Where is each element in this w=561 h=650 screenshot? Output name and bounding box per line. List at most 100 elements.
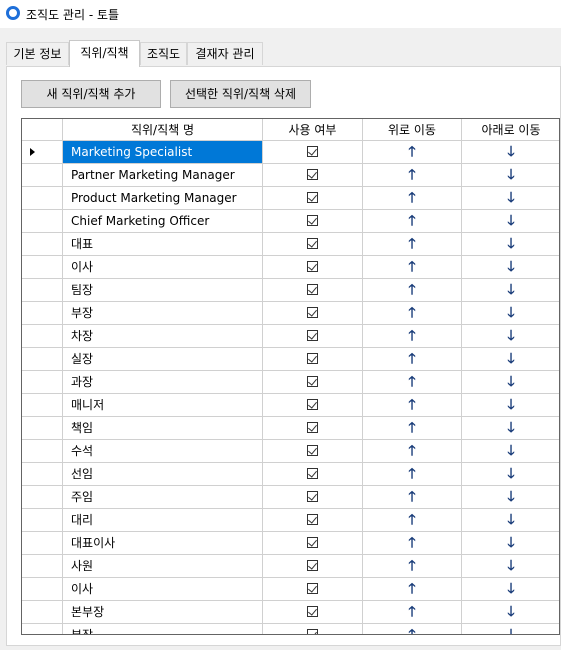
position-name-cell[interactable]: 본부장 [63, 601, 263, 624]
arrow-down-icon[interactable]: 🡓 [507, 581, 514, 597]
arrow-up-icon[interactable]: 🡑 [408, 282, 415, 298]
position-name-cell[interactable]: 부장 [63, 624, 263, 634]
position-name-cell[interactable]: 선임 [63, 463, 263, 486]
arrow-down-icon[interactable]: 🡓 [507, 604, 514, 620]
in-use-checkbox[interactable] [307, 514, 318, 525]
arrow-up-icon[interactable]: 🡑 [408, 604, 415, 620]
table-row[interactable]: 주임 🡑 🡓 [22, 486, 559, 509]
in-use-checkbox[interactable] [307, 399, 318, 410]
row-header[interactable] [22, 624, 63, 634]
in-use-checkbox[interactable] [307, 583, 318, 594]
position-name-cell[interactable]: Partner Marketing Manager [63, 164, 263, 187]
table-row[interactable]: Marketing Specialist 🡑 🡓 [22, 141, 559, 164]
position-name-cell[interactable]: 대표 [63, 233, 263, 256]
arrow-up-icon[interactable]: 🡑 [408, 581, 415, 597]
in-use-checkbox[interactable] [307, 629, 318, 634]
arrow-down-icon[interactable]: 🡓 [507, 259, 514, 275]
in-use-checkbox[interactable] [307, 422, 318, 433]
arrow-up-icon[interactable]: 🡑 [408, 397, 415, 413]
arrow-down-icon[interactable]: 🡓 [507, 351, 514, 367]
table-row[interactable]: 수석 🡑 🡓 [22, 440, 559, 463]
row-header[interactable] [22, 463, 63, 486]
row-header[interactable] [22, 302, 63, 325]
arrow-down-icon[interactable]: 🡓 [507, 305, 514, 321]
position-name-cell[interactable]: 주임 [63, 486, 263, 509]
row-header[interactable] [22, 578, 63, 601]
arrow-down-icon[interactable]: 🡓 [507, 144, 514, 160]
row-header[interactable] [22, 256, 63, 279]
table-row[interactable]: 이사 🡑 🡓 [22, 256, 559, 279]
arrow-up-icon[interactable]: 🡑 [408, 420, 415, 436]
arrow-up-icon[interactable]: 🡑 [408, 190, 415, 206]
arrow-up-icon[interactable]: 🡑 [408, 627, 415, 634]
row-header[interactable] [22, 233, 63, 256]
position-name-cell[interactable]: 차장 [63, 325, 263, 348]
table-row[interactable]: 사원 🡑 🡓 [22, 555, 559, 578]
in-use-checkbox[interactable] [307, 192, 318, 203]
table-row[interactable]: 과장 🡑 🡓 [22, 371, 559, 394]
arrow-up-icon[interactable]: 🡑 [408, 236, 415, 252]
arrow-up-icon[interactable]: 🡑 [408, 167, 415, 183]
position-name-cell[interactable]: 이사 [63, 578, 263, 601]
arrow-up-icon[interactable]: 🡑 [408, 512, 415, 528]
arrow-down-icon[interactable]: 🡓 [507, 167, 514, 183]
table-row[interactable]: 차장 🡑 🡓 [22, 325, 559, 348]
arrow-up-icon[interactable]: 🡑 [408, 558, 415, 574]
delete-selected-position-button[interactable]: 선택한 직위/직책 삭제 [170, 80, 311, 108]
arrow-down-icon[interactable]: 🡓 [507, 489, 514, 505]
column-header-name[interactable]: 직위/직책 명 [63, 119, 263, 141]
arrow-down-icon[interactable]: 🡓 [507, 466, 514, 482]
arrow-down-icon[interactable]: 🡓 [507, 512, 514, 528]
row-header[interactable] [22, 486, 63, 509]
in-use-checkbox[interactable] [307, 468, 318, 479]
position-name-cell[interactable]: Product Marketing Manager [63, 187, 263, 210]
in-use-checkbox[interactable] [307, 284, 318, 295]
column-header-move-down[interactable]: 아래로 이동 [462, 119, 559, 141]
tab-approver-management[interactable]: 결재자 관리 [187, 42, 263, 65]
tab-basic-info[interactable]: 기본 정보 [6, 42, 69, 65]
position-name-cell[interactable]: 과장 [63, 371, 263, 394]
table-row[interactable]: 대표이사 🡑 🡓 [22, 532, 559, 555]
arrow-down-icon[interactable]: 🡓 [507, 236, 514, 252]
row-header[interactable] [22, 417, 63, 440]
table-row[interactable]: 선임 🡑 🡓 [22, 463, 559, 486]
table-row[interactable]: Chief Marketing Officer 🡑 🡓 [22, 210, 559, 233]
in-use-checkbox[interactable] [307, 146, 318, 157]
in-use-checkbox[interactable] [307, 560, 318, 571]
position-name-cell[interactable]: 실장 [63, 348, 263, 371]
table-row[interactable]: 대표 🡑 🡓 [22, 233, 559, 256]
arrow-down-icon[interactable]: 🡓 [507, 190, 514, 206]
in-use-checkbox[interactable] [307, 307, 318, 318]
row-header[interactable] [22, 210, 63, 233]
arrow-down-icon[interactable]: 🡓 [507, 328, 514, 344]
in-use-checkbox[interactable] [307, 445, 318, 456]
arrow-down-icon[interactable]: 🡓 [507, 420, 514, 436]
position-name-cell[interactable]: 팀장 [63, 279, 263, 302]
position-name-cell[interactable]: 사원 [63, 555, 263, 578]
arrow-up-icon[interactable]: 🡑 [408, 351, 415, 367]
tab-org-chart[interactable]: 조직도 [140, 42, 187, 65]
table-row[interactable]: 이사 🡑 🡓 [22, 578, 559, 601]
position-name-cell[interactable]: Marketing Specialist [63, 141, 263, 164]
arrow-up-icon[interactable]: 🡑 [408, 443, 415, 459]
table-row[interactable]: 부장 🡑 🡓 [22, 302, 559, 325]
positions-grid[interactable]: 직위/직책 명 사용 여부 위로 이동 아래로 이동 Marketing Spe… [21, 118, 560, 635]
row-header[interactable] [22, 601, 63, 624]
position-name-cell[interactable]: 책임 [63, 417, 263, 440]
table-row[interactable]: 매니저 🡑 🡓 [22, 394, 559, 417]
column-header-in-use[interactable]: 사용 여부 [263, 119, 363, 141]
table-row[interactable]: Product Marketing Manager 🡑 🡓 [22, 187, 559, 210]
row-header[interactable] [22, 348, 63, 371]
position-name-cell[interactable]: 수석 [63, 440, 263, 463]
arrow-up-icon[interactable]: 🡑 [408, 328, 415, 344]
arrow-down-icon[interactable]: 🡓 [507, 558, 514, 574]
row-header[interactable] [22, 509, 63, 532]
arrow-up-icon[interactable]: 🡑 [408, 305, 415, 321]
tab-positions[interactable]: 직위/직책 [69, 40, 140, 67]
arrow-up-icon[interactable]: 🡑 [408, 489, 415, 505]
row-header[interactable] [22, 325, 63, 348]
position-name-cell[interactable]: 대표이사 [63, 532, 263, 555]
column-header-move-up[interactable]: 위로 이동 [363, 119, 462, 141]
table-row[interactable]: 실장 🡑 🡓 [22, 348, 559, 371]
arrow-up-icon[interactable]: 🡑 [408, 535, 415, 551]
